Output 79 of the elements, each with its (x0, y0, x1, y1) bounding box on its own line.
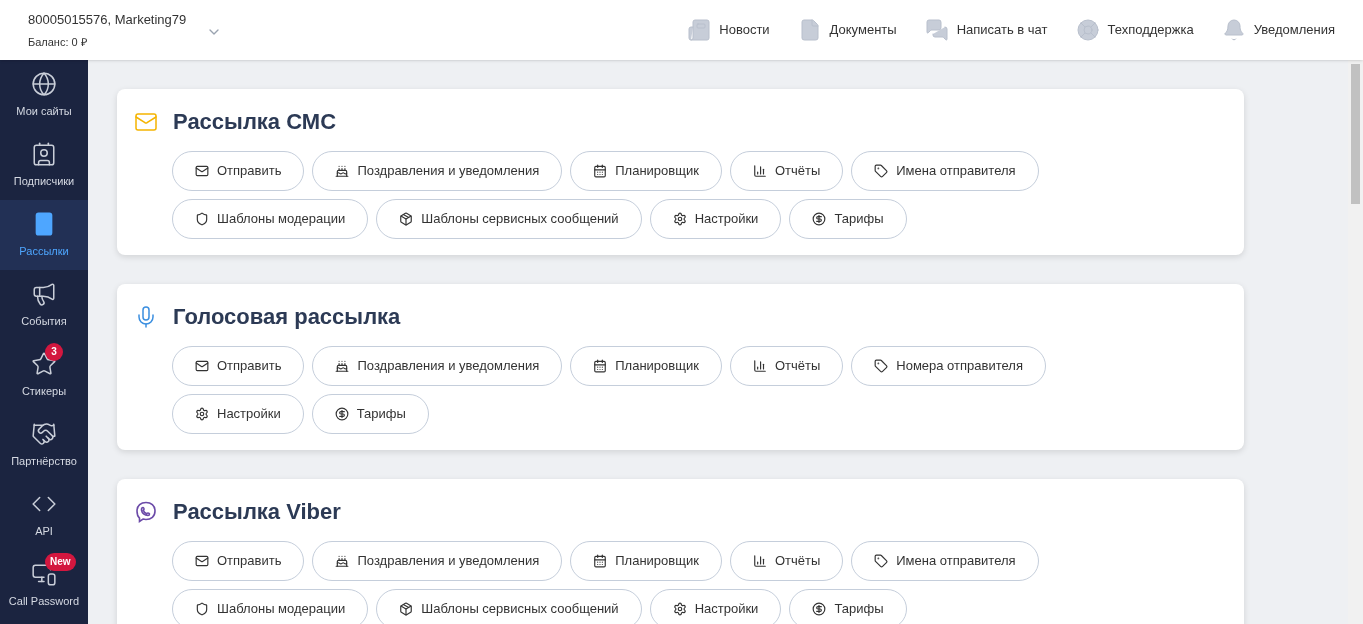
action-button[interactable]: Имена отправителя (851, 541, 1039, 581)
action-button[interactable]: Тарифы (789, 199, 907, 239)
envelope-icon (195, 359, 209, 373)
action-button[interactable]: Поздравления и уведомления (312, 151, 563, 191)
sidebar-item[interactable]: Подписчики (0, 130, 88, 200)
contact-card-icon (31, 140, 57, 167)
cake-icon (335, 164, 350, 178)
cake-icon (335, 359, 350, 373)
cake-icon (335, 554, 350, 568)
lifebuoy-icon (1075, 18, 1100, 42)
tag-icon (874, 554, 889, 568)
action-button[interactable]: Тарифы (311, 394, 429, 434)
action-button[interactable]: Имена отправителя (851, 151, 1039, 191)
action-button[interactable]: Планировщик (570, 541, 722, 581)
sidebar-item[interactable]: События (0, 270, 88, 340)
sidebar-item[interactable]: Партнёрство (0, 410, 88, 480)
settings-icon (672, 602, 687, 616)
envelope-icon (195, 554, 209, 568)
action-button[interactable]: Отчёты (729, 346, 844, 386)
action-button[interactable]: Поздравления и уведомления (312, 346, 563, 386)
sidebar-item[interactable]: Рассылки (0, 200, 88, 270)
account-name: 80005015576, Marketing79 (28, 11, 187, 29)
action-button[interactable]: Номера отправителя (851, 346, 1046, 386)
action-button[interactable]: Шаблоны сервисных сообщений (376, 589, 642, 624)
shield-icon (195, 212, 209, 226)
tag-icon (874, 359, 889, 373)
top-nav-link[interactable]: Новости (687, 18, 770, 42)
megaphone-icon (31, 280, 57, 307)
action-button[interactable]: Настройки (172, 394, 304, 434)
action-button[interactable]: Настройки (649, 199, 782, 239)
action-button[interactable]: Шаблоны модерации (172, 199, 369, 239)
card-title: Рассылка Viber (173, 498, 341, 526)
top-nav-link[interactable]: Написать в чат (924, 18, 1048, 42)
badge: 3 (45, 342, 63, 361)
viber-logo-icon (134, 499, 158, 524)
top-nav-link[interactable]: Уведомления (1221, 18, 1335, 42)
dollar-icon (812, 602, 827, 616)
action-button[interactable]: Тарифы (789, 589, 907, 624)
sidebar-item[interactable]: 3 Стикеры (0, 340, 88, 410)
handshake-icon (31, 420, 57, 447)
action-button[interactable]: Отчёты (729, 151, 844, 191)
action-button[interactable]: Отправить (172, 541, 305, 581)
balance: Баланс: 0 ₽ (28, 34, 88, 50)
calendar-icon (593, 164, 608, 178)
box-icon (399, 212, 414, 226)
bar-chart-icon (752, 164, 767, 178)
envelope-icon (195, 164, 209, 178)
dollar-icon (812, 212, 827, 226)
card-title: Голосовая рассылка (173, 303, 401, 331)
shield-icon (195, 602, 209, 616)
action-button[interactable]: Поздравления и уведомления (312, 541, 563, 581)
sidebar-item[interactable]: New Call Password (0, 550, 88, 620)
action-button[interactable]: Отправить (172, 151, 305, 191)
dollar-icon (334, 407, 349, 421)
calendar-icon (593, 554, 608, 568)
action-button[interactable]: Настройки (649, 589, 782, 624)
newspaper-icon (687, 18, 712, 42)
action-button[interactable]: Шаблоны модерации (172, 589, 369, 624)
sidebar-item[interactable]: Мои сайты (0, 60, 88, 130)
bell-icon (1221, 18, 1246, 42)
action-button[interactable]: Шаблоны сервисных сообщений (376, 199, 642, 239)
sidebar-item[interactable]: API (0, 480, 88, 550)
action-button[interactable]: Отправить (172, 346, 305, 386)
top-nav-link[interactable]: Техподдержка (1075, 18, 1194, 42)
calendar-icon (593, 359, 608, 373)
settings-icon (195, 407, 209, 421)
card-title: Рассылка СМС (173, 108, 337, 136)
globe-icon (31, 70, 57, 97)
badge: New (45, 552, 76, 571)
bar-chart-icon (752, 554, 767, 568)
action-button[interactable]: Отчёты (729, 541, 844, 581)
action-button[interactable]: Планировщик (570, 151, 722, 191)
chat-icon (924, 18, 949, 42)
settings-icon (672, 212, 687, 226)
tag-icon (874, 164, 889, 178)
box-icon (399, 602, 414, 616)
bar-chart-icon (752, 359, 767, 373)
action-button[interactable]: Планировщик (570, 346, 722, 386)
top-nav-link[interactable]: Документы (797, 18, 897, 42)
